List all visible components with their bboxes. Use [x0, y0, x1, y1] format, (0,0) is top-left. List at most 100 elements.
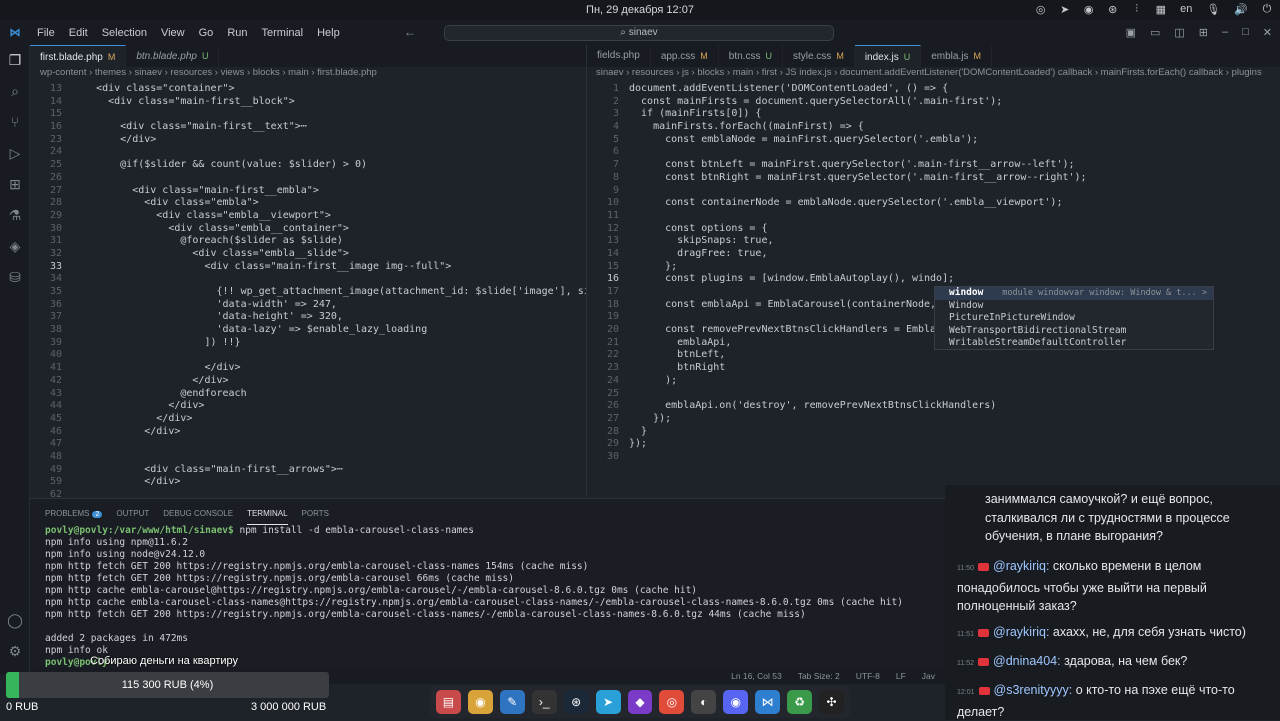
command-center-search[interactable]: ⌕ sinaev	[444, 25, 834, 41]
code-line[interactable]: 6	[587, 146, 1280, 159]
volume-icon[interactable]: 🔊	[1234, 3, 1248, 16]
code-line[interactable]: 38 'data-lazy' => $enable_lazy_loading	[30, 324, 586, 337]
tab-style-css[interactable]: style.css M	[783, 45, 855, 67]
code-line[interactable]: 43 @endforeach	[30, 388, 586, 401]
tab-debug-console[interactable]: DEBUG CONSOLE	[163, 509, 233, 525]
code-line[interactable]: 42 </div>	[30, 375, 586, 388]
suggestion-item[interactable]: Window	[935, 300, 1213, 313]
obsidian-icon[interactable]: ◆	[627, 690, 653, 714]
editor-icon[interactable]: ✎	[499, 690, 525, 714]
extensions-icon[interactable]: ⊞	[0, 169, 30, 200]
menu-run[interactable]: Run	[220, 27, 254, 39]
obs-icon[interactable]: ◐	[691, 690, 717, 714]
docker-icon[interactable]: ⛁	[0, 262, 30, 293]
code-line[interactable]: 30	[587, 451, 1280, 464]
discord-icon[interactable]: ◉	[723, 690, 749, 714]
power-icon[interactable]: ⏻	[1262, 3, 1272, 16]
code-line[interactable]: 45 </div>	[30, 413, 586, 426]
suggestion-item[interactable]: window module windowvar window: Window & …	[935, 287, 1213, 300]
telegram-icon[interactable]: ➤	[595, 690, 621, 714]
code-line[interactable]: 9	[587, 185, 1280, 198]
code-line[interactable]: 15	[30, 108, 586, 121]
code-line[interactable]: 39 ]) !!}	[30, 337, 586, 350]
code-line[interactable]: 13 <div class="container">	[30, 83, 586, 96]
tab-btn-blade[interactable]: btn.blade.php U	[126, 45, 220, 67]
steam-icon[interactable]: ⊛	[563, 690, 589, 714]
tab-terminal[interactable]: TERMINAL	[247, 509, 288, 525]
files-icon[interactable]: ▤	[436, 690, 461, 714]
left-code-editor[interactable]: 13 <div class="container"> 14 <div class=…	[30, 83, 586, 498]
menu-view[interactable]: View	[154, 27, 192, 39]
chat-username[interactable]: @raykiriq:	[993, 559, 1053, 573]
suggestion-item[interactable]: WebTransportBidirectionalStream	[935, 325, 1213, 338]
code-line[interactable]: 16 <div class="main-first__text">⋯	[30, 121, 586, 134]
close-icon[interactable]: ✕	[1263, 26, 1272, 39]
code-line[interactable]: 12 const options = {	[587, 223, 1280, 236]
code-line[interactable]: 34	[30, 273, 586, 286]
code-line[interactable]: 5 const emblaNode = mainFirst.querySelec…	[587, 134, 1280, 147]
explorer-icon[interactable]: ❐	[0, 45, 30, 76]
right-breadcrumb[interactable]: sinaev › resources › js › blocks › main …	[596, 67, 1276, 83]
code-line[interactable]: 35 {!! wp_get_attachment_image(attachmen…	[30, 286, 586, 299]
code-line[interactable]: 26 emblaApi.on('destroy', removePrevNext…	[587, 400, 1280, 413]
tab-first-blade[interactable]: first.blade.php M	[30, 45, 127, 67]
code-line[interactable]: 22 btnLeft,	[587, 349, 1280, 362]
code-line[interactable]: 23 btnRight	[587, 362, 1280, 375]
equalizer-icon[interactable]: ⫶	[1132, 3, 1142, 16]
split-icon[interactable]: ◫	[1174, 26, 1184, 39]
code-line[interactable]: 14 dragFree: true,	[587, 248, 1280, 261]
code-line[interactable]: 15 };	[587, 261, 1280, 274]
menu-terminal[interactable]: Terminal	[255, 27, 311, 39]
code-line[interactable]: 10 const containerNode = emblaNode.query…	[587, 197, 1280, 210]
telegram-icon[interactable]: ➤	[1060, 3, 1070, 16]
line-ending[interactable]: LF	[896, 671, 906, 681]
language-mode[interactable]: Jav	[922, 671, 935, 681]
code-line[interactable]: 36 'data-width' => 247,	[30, 299, 586, 312]
code-line[interactable]: 25	[587, 388, 1280, 401]
menu-edit[interactable]: Edit	[62, 27, 95, 39]
code-line[interactable]: 27 });	[587, 413, 1280, 426]
menu-selection[interactable]: Selection	[95, 27, 154, 39]
code-line[interactable]: 28 }	[587, 426, 1280, 439]
apps-icon[interactable]: ✣	[819, 690, 844, 714]
terminal[interactable]: povly@povly:/var/www/html/sinaev$ npm in…	[30, 525, 945, 669]
code-line[interactable]: 4 mainFirsts.forEach((mainFirst) => {	[587, 121, 1280, 134]
run-debug-icon[interactable]: ▷	[0, 138, 30, 169]
code-line[interactable]: 59 </div>	[30, 476, 586, 489]
chat-username[interactable]: @s3renityyyy:	[994, 683, 1076, 697]
code-line[interactable]: 24	[30, 146, 586, 159]
code-line[interactable]: 49 <div class="main-first__arrows">⋯	[30, 464, 586, 477]
code-line[interactable]: 29 <div class="embla__viewport">	[30, 210, 586, 223]
tab-index-js[interactable]: index.js U	[854, 45, 922, 67]
code-line[interactable]: 28 <div class="embla">	[30, 197, 586, 210]
tab-app-css[interactable]: app.css M	[651, 45, 719, 67]
search-icon[interactable]: ⌕	[0, 76, 30, 107]
code-line[interactable]: 47	[30, 438, 586, 451]
chrome-icon[interactable]: ◎	[659, 690, 685, 714]
menu-help[interactable]: Help	[310, 27, 347, 39]
back-arrow-icon[interactable]: ←	[404, 25, 416, 39]
panel-toggle-icon[interactable]: ▭	[1150, 26, 1160, 39]
tab-size[interactable]: Tab Size: 2	[798, 671, 840, 681]
code-line[interactable]: 31 @foreach($slider as $slide)	[30, 235, 586, 248]
code-line[interactable]: 30 <div class="embla__container">	[30, 223, 586, 236]
settings-gear-icon[interactable]: ⚙	[0, 636, 30, 667]
code-line[interactable]: 1 document.addEventListener('DOMContentLo…	[587, 83, 1280, 96]
code-line[interactable]: 29});	[587, 438, 1280, 451]
code-line[interactable]: 46 </div>	[30, 426, 586, 439]
tab-ports[interactable]: PORTS	[302, 509, 329, 525]
tab-output[interactable]: OUTPUT	[116, 509, 149, 525]
maximize-icon[interactable]: □	[1242, 26, 1249, 39]
right-code-editor[interactable]: 1 document.addEventListener('DOMContentLo…	[587, 83, 1280, 473]
code-line[interactable]: 3 if (mainFirsts[0]) {	[587, 108, 1280, 121]
menu-go[interactable]: Go	[192, 27, 221, 39]
remote-icon[interactable]: ◈	[0, 231, 30, 262]
code-line[interactable]: 62	[30, 489, 586, 498]
layout-icon[interactable]: ▣	[1126, 26, 1136, 39]
code-line[interactable]: 26	[30, 172, 586, 185]
code-line[interactable]: 13 skipSnaps: true,	[587, 235, 1280, 248]
code-line[interactable]: 33 <div class="main-first__image img--fu…	[30, 261, 586, 274]
tab-embla-js[interactable]: embla.js M	[921, 45, 992, 67]
code-line[interactable]: 23 </div>	[30, 134, 586, 147]
code-line[interactable]: 44 </div>	[30, 400, 586, 413]
